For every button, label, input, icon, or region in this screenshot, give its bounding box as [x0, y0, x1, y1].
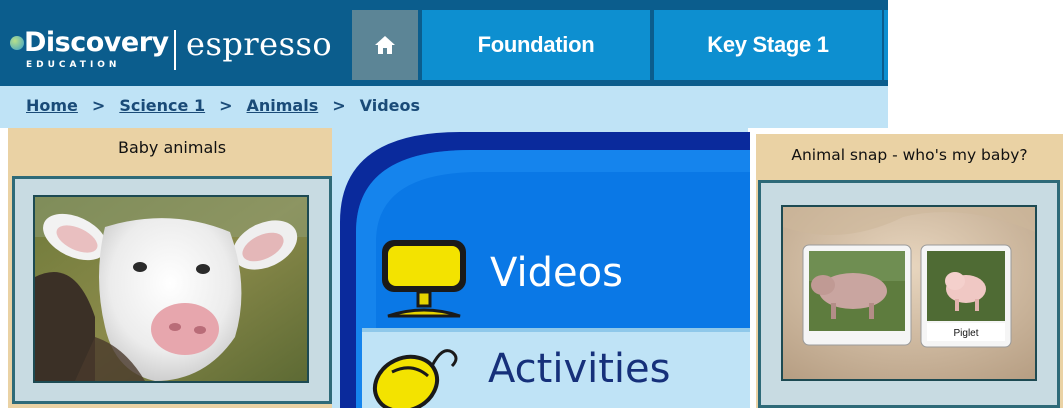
- breadcrumb-bar: Home > Science 1 > Animals > Videos: [0, 86, 888, 128]
- logo-divider: [174, 30, 176, 70]
- top-header: Discovery EDUCATION espresso Foundation …: [0, 0, 888, 86]
- thumbnail-frame: Piglet: [758, 180, 1060, 408]
- animal-snap-thumbnail[interactable]: Piglet: [781, 205, 1037, 381]
- breadcrumb: Home > Science 1 > Animals > Videos: [26, 96, 420, 115]
- breadcrumb-separator: >: [219, 96, 233, 115]
- animal-snap-card[interactable]: Animal snap - who's my baby? Piglet: [756, 134, 1063, 408]
- card-title: Animal snap - who's my baby?: [791, 146, 1028, 164]
- nav-next-edge: [884, 10, 888, 80]
- menu-item-videos[interactable]: Videos: [362, 228, 750, 324]
- logo-product: espresso: [186, 25, 333, 63]
- globe-icon: [10, 36, 24, 50]
- breadcrumb-science-1[interactable]: Science 1: [119, 96, 205, 115]
- activity-menu: Videos Activities: [332, 128, 750, 408]
- breadcrumb-separator: >: [332, 96, 346, 115]
- thumbnail-frame: [12, 176, 332, 404]
- menu-item-label: Videos: [490, 250, 623, 296]
- discovery-espresso-logo[interactable]: Discovery EDUCATION espresso: [8, 10, 338, 76]
- mouse-icon: [372, 349, 458, 408]
- home-icon: [375, 36, 395, 54]
- menu-item-label: Activities: [488, 346, 671, 392]
- menu-item-activities[interactable]: Activities: [362, 332, 750, 408]
- breadcrumb-home[interactable]: Home: [26, 96, 78, 115]
- card-label: Piglet: [953, 328, 978, 339]
- calf-thumbnail[interactable]: [33, 195, 309, 383]
- breadcrumb-current: Videos: [359, 96, 421, 115]
- logo-brand: Discovery: [24, 27, 169, 58]
- card-title: Baby animals: [117, 138, 227, 157]
- nav-key-stage-1[interactable]: Key Stage 1: [654, 10, 882, 80]
- home-button[interactable]: [352, 10, 418, 80]
- breadcrumb-separator: >: [91, 96, 106, 115]
- nav-foundation[interactable]: Foundation: [422, 10, 650, 80]
- logo-sub: EDUCATION: [26, 60, 121, 70]
- breadcrumb-animals[interactable]: Animals: [247, 96, 319, 115]
- monitor-icon: [382, 240, 466, 318]
- baby-animals-card[interactable]: Baby animals: [8, 128, 336, 408]
